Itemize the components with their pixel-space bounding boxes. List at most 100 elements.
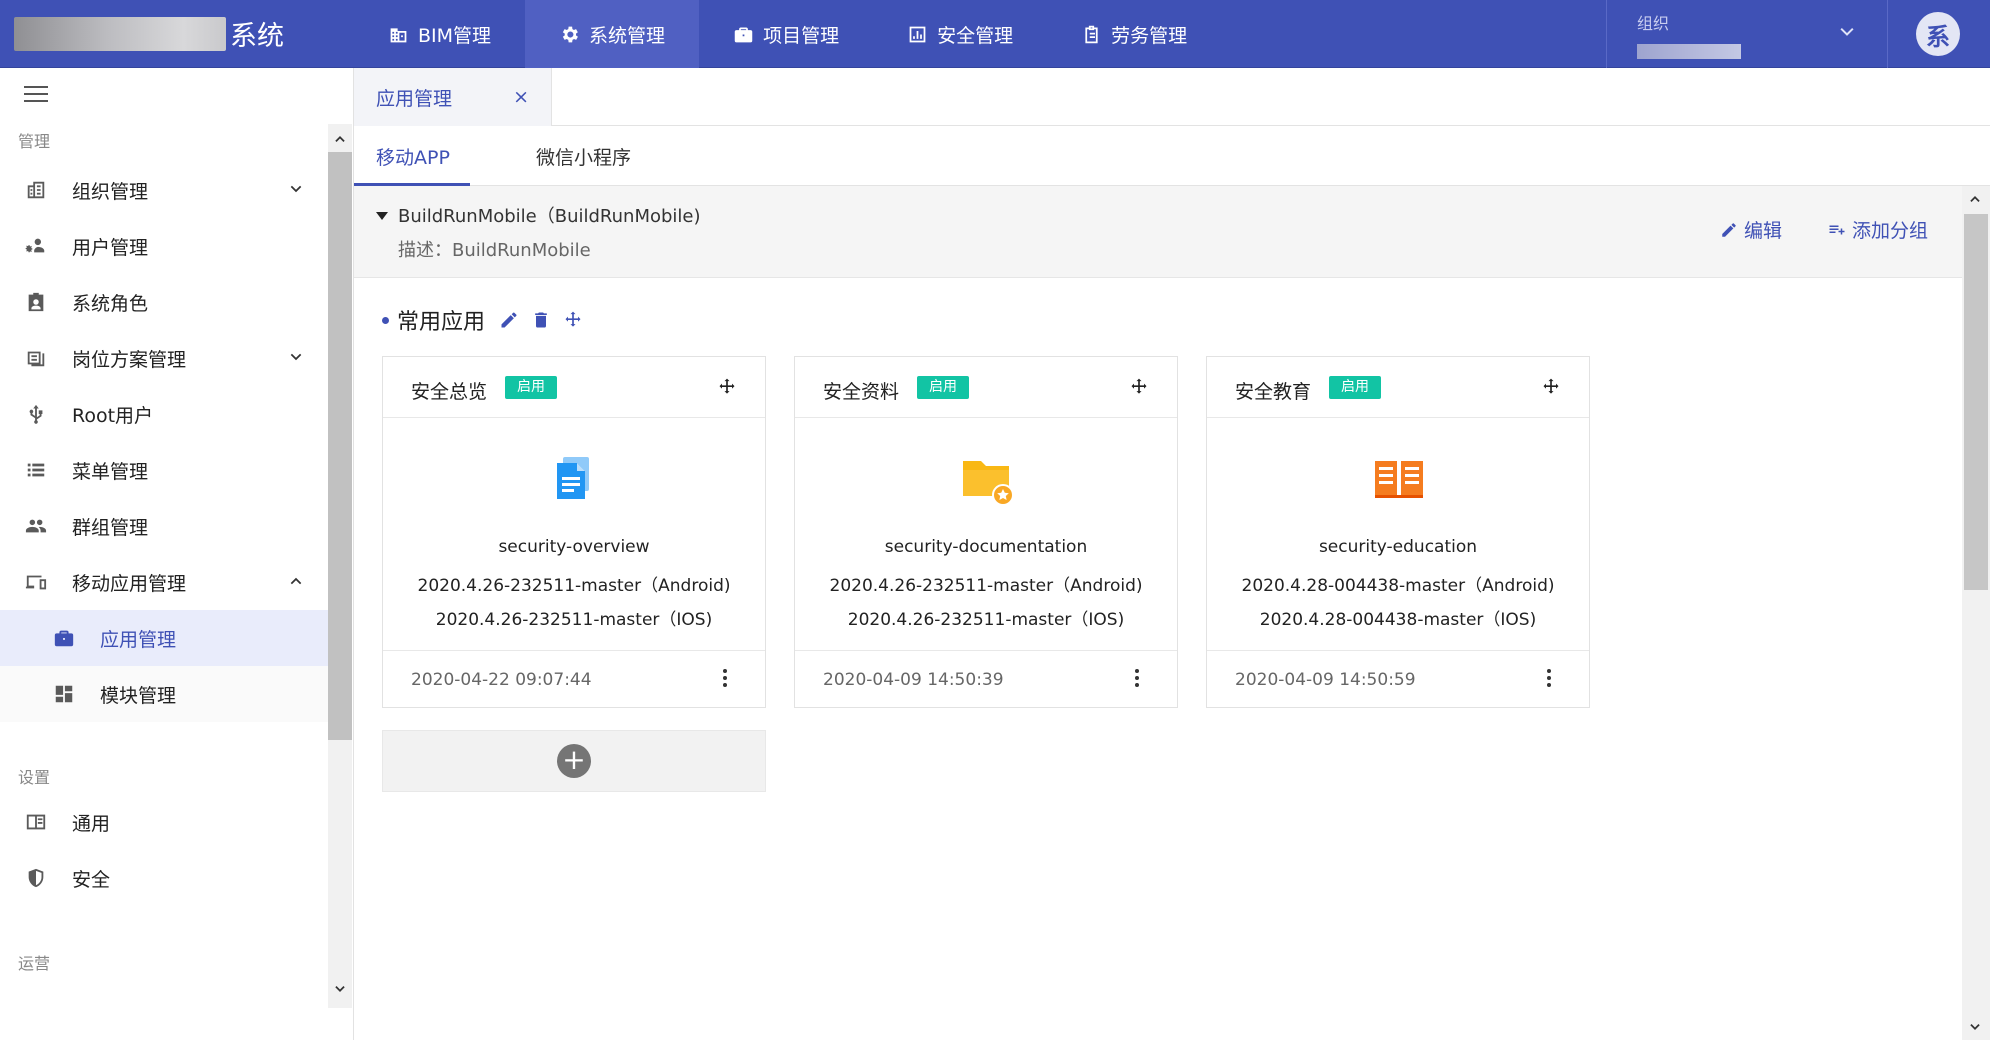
sidebar-item-positions[interactable]: 岗位方案管理 [0, 330, 328, 386]
add-circle-icon[interactable]: + [557, 744, 591, 778]
card-app-name: 安全教育 [1235, 381, 1312, 403]
common-apps-title: 常用应用 [397, 310, 486, 335]
more-vert-icon[interactable] [721, 669, 729, 691]
move-icon[interactable] [717, 377, 737, 397]
document-icon [557, 457, 589, 499]
caret-down-icon[interactable] [376, 210, 388, 222]
avatar[interactable]: 系 [1916, 12, 1960, 56]
scroll-down-arrow-icon[interactable] [333, 982, 347, 996]
nav-bim-label: BIM管理 [418, 24, 492, 47]
card-app-id: security-documentation [884, 537, 1088, 557]
pencil-icon[interactable] [499, 310, 519, 330]
more-vert-icon[interactable] [1545, 669, 1553, 691]
add-group-button[interactable]: 添加分组 [1828, 216, 1928, 243]
scroll-down-arrow-icon[interactable] [1968, 1020, 1982, 1034]
user-icon [24, 234, 48, 258]
card-app-name: 安全总览 [411, 381, 488, 403]
sidebar-item-label: 菜单管理 [72, 460, 149, 483]
sidebar-item-label: 安全 [72, 868, 111, 891]
card-header: 安全教育 启用 [1207, 357, 1589, 418]
playlist-add-icon [1829, 225, 1845, 234]
folder-star-icon [963, 461, 1014, 506]
sidebar-scrollbar-thumb[interactable] [328, 152, 352, 740]
sidebar-item-security[interactable]: 安全 [0, 850, 328, 906]
sidebar-item-label: 模块管理 [100, 684, 177, 707]
group-icon [24, 514, 48, 538]
top-nav: BIM管理 系统管理 项目管理 安全管理 劳务管理 [354, 0, 1221, 68]
edit-button-label: 编辑 [1744, 220, 1783, 242]
card-app-id: security-overview [498, 537, 650, 557]
sidebar-item-label: 组织管理 [72, 180, 149, 203]
sidebar-item-label: 通用 [72, 812, 111, 835]
sidebar-item-label: 应用管理 [100, 628, 177, 651]
nav-bim[interactable]: BIM管理 [354, 0, 525, 68]
status-badge: 启用 [505, 376, 557, 399]
sidebar-item-menus[interactable]: 菜单管理 [0, 442, 328, 498]
card-footer: 2020-04-09 14:50:39 [795, 650, 1177, 709]
hamburger-menu-icon[interactable] [24, 86, 48, 104]
close-icon[interactable]: × [513, 86, 529, 108]
nav-system[interactable]: 系统管理 [525, 0, 700, 68]
common-apps-header: 常用应用 [382, 304, 595, 336]
sidebar-item-mobile-apps[interactable]: 移动应用管理 [0, 554, 328, 610]
move-icon[interactable] [1129, 377, 1149, 397]
move-icon[interactable] [1541, 377, 1561, 397]
app-card[interactable]: 安全资料 启用 security-documentation 2020.4.26… [794, 356, 1178, 708]
sidebar-item-users[interactable]: 用户管理 [0, 218, 328, 274]
sidebar-item-label: 系统角色 [72, 292, 149, 315]
nav-project[interactable]: 项目管理 [699, 0, 873, 68]
sidebar-item-roles[interactable]: 系统角色 [0, 274, 328, 330]
card-footer: 2020-04-09 14:50:59 [1207, 650, 1589, 709]
clipboard-icon [1085, 25, 1098, 43]
top-navbar: 系统 BIM管理 系统管理 项目管理 安全管理 劳务管理 组织 系 [0, 0, 1990, 68]
nav-safety-label: 安全管理 [937, 24, 1014, 47]
add-app-card[interactable]: + [382, 730, 766, 792]
pencil-icon [1722, 222, 1736, 237]
sidebar-item-label: 用户管理 [72, 236, 149, 259]
app-card[interactable]: 安全总览 启用 security-overview 2020.4.26-2325… [382, 356, 766, 708]
card-header: 安全总览 启用 [383, 357, 765, 418]
sidebar-item-app-management[interactable]: 应用管理 [0, 610, 328, 666]
trash-icon[interactable] [531, 310, 551, 330]
move-icon[interactable] [563, 310, 583, 330]
scroll-up-arrow-icon[interactable] [333, 132, 347, 146]
sub-tabs: 移动APP 微信小程序 [354, 126, 1990, 186]
role-badge-icon [24, 290, 48, 314]
nav-project-label: 项目管理 [763, 24, 840, 47]
nav-safety[interactable]: 安全管理 [873, 0, 1047, 68]
sidebar-item-general[interactable]: 通用 [0, 794, 328, 850]
open-book-icon [1375, 461, 1423, 498]
sidebar-item-root-user[interactable]: Root用户 [0, 386, 328, 442]
chevron-up-icon [290, 577, 302, 585]
page-tab-app-management[interactable]: 应用管理 × [354, 68, 552, 126]
group-description: 描述：BuildRunMobile [398, 240, 591, 261]
brand-logo [14, 16, 226, 51]
scroll-up-arrow-icon[interactable] [1968, 192, 1982, 206]
sidebar-item-label: Root用户 [72, 404, 154, 427]
organization-icon [24, 178, 48, 202]
section-label-manage: 管理 [18, 132, 51, 151]
chevron-down-icon [290, 353, 302, 361]
brand-title: 系统 [230, 21, 284, 52]
bar-chart-icon [909, 26, 926, 42]
card-updated-date: 2020-04-09 14:50:39 [823, 670, 1004, 690]
more-vert-icon[interactable] [1133, 669, 1141, 691]
nav-labor[interactable]: 劳务管理 [1047, 0, 1221, 68]
brand[interactable]: 系统 [0, 0, 354, 67]
devices-icon [24, 570, 48, 594]
org-select[interactable]: 组织 [1606, 0, 1888, 68]
book-icon [24, 810, 48, 834]
sidebar-item-groups[interactable]: 群组管理 [0, 498, 328, 554]
section-label-settings: 设置 [18, 768, 51, 787]
card-android-version: 2020.4.26-232511-master（Android) [829, 576, 1143, 596]
tab-wechat-miniprogram[interactable]: 微信小程序 [536, 126, 631, 186]
sidebar-item-org[interactable]: 组织管理 [0, 162, 328, 218]
app-card[interactable]: 安全教育 启用 security-education 2020.4.28-004… [1206, 356, 1590, 708]
tab-mobile-app[interactable]: 移动APP [376, 126, 450, 186]
main-scrollbar-thumb[interactable] [1964, 214, 1988, 590]
card-updated-date: 2020-04-09 14:50:59 [1235, 670, 1416, 690]
shield-icon [24, 866, 48, 890]
sidebar-item-module-management[interactable]: 模块管理 [0, 666, 328, 722]
edit-button[interactable]: 编辑 [1720, 216, 1782, 243]
org-value-redacted [1637, 44, 1741, 59]
